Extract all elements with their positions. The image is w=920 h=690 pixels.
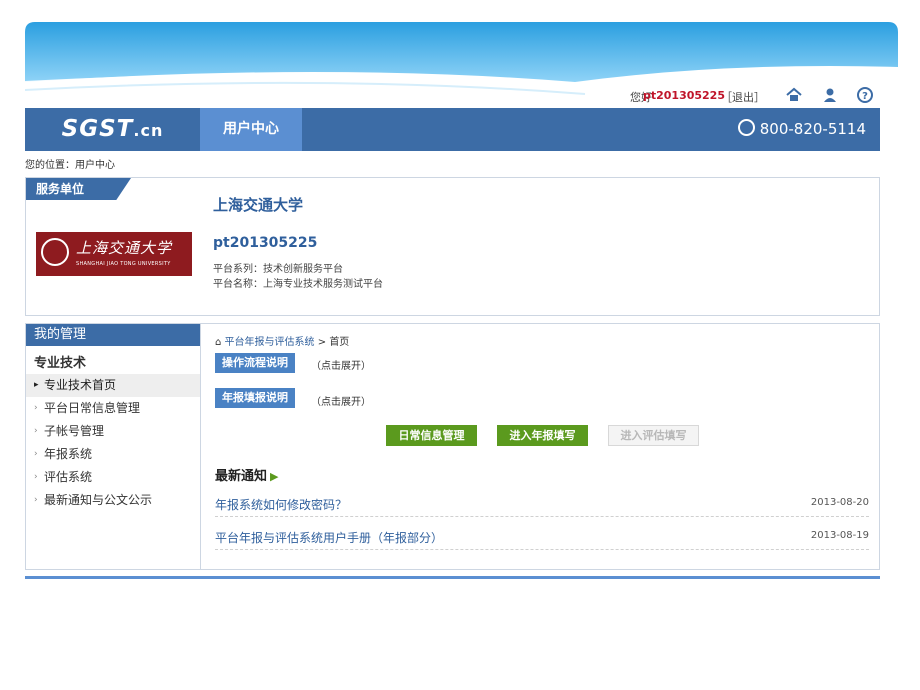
breadcrumb-link[interactable]: 平台年报与评估系统 xyxy=(225,337,315,348)
annual-guide-button[interactable]: 年报填报说明 xyxy=(215,388,295,408)
sidebar-item-evaluation[interactable]: › 评估系统 xyxy=(26,466,200,489)
news-heading: 最新通知 ▶ xyxy=(215,469,279,484)
triangle-right-icon: ▶ xyxy=(270,470,279,483)
hotline: 800-820-5114 xyxy=(737,108,866,151)
sidebar-item-daily-info[interactable]: › 平台日常信息管理 xyxy=(26,397,200,420)
chevron-right-icon: › xyxy=(34,495,38,505)
tab-user-center[interactable]: 用户中心 xyxy=(200,108,302,151)
home-icon[interactable]: ⌂ xyxy=(215,337,221,348)
news-item[interactable]: 平台年报与评估系统用户手册（年报部分） 2013-08-19 xyxy=(215,527,869,550)
breadcrumb-current: 首页 xyxy=(329,337,350,348)
university-logo: 上海交通大学 SHANGHAI JIAO TONG UNIVERSITY xyxy=(36,232,192,276)
expand-hint[interactable]: （点击展开） xyxy=(311,393,371,408)
user-icon[interactable] xyxy=(821,86,839,104)
university-emblem-icon xyxy=(41,238,69,266)
breadcrumb: 您的位置：用户中心 xyxy=(25,160,115,171)
service-unit-panel: 服务单位 上海交通大学 上海交通大学 SHANGHAI JIAO TONG UN… xyxy=(25,177,880,316)
help-icon[interactable]: ? xyxy=(856,86,874,104)
clock-icon xyxy=(737,119,755,136)
sidebar-item-notices[interactable]: › 最新通知与公文公示 xyxy=(26,489,200,512)
chevron-right-icon: › xyxy=(34,472,38,482)
slide: 您好 pt201305225 ［退出］ ? SGST.cn 用户中心 800-8… xyxy=(25,22,898,582)
sidebar-item-home[interactable]: ▸ 专业技术首页 xyxy=(26,374,200,397)
sidebar: 我的管理 专业技术 ▸ 专业技术首页 › 平台日常信息管理 › 子帐号管理 › 年报系统… xyxy=(26,324,201,569)
sidebar-header: 我的管理 xyxy=(26,324,200,346)
svg-text:?: ? xyxy=(862,91,868,102)
daily-info-button[interactable]: 日常信息管理 xyxy=(386,425,477,446)
chevron-right-icon: › xyxy=(34,449,38,459)
site-logo[interactable]: SGST.cn xyxy=(25,108,200,151)
sidebar-section: 专业技术 xyxy=(34,356,87,371)
service-unit-tag: 服务单位 xyxy=(26,178,131,200)
username-link[interactable]: pt201305225 xyxy=(643,89,725,102)
expand-hint[interactable]: （点击展开） xyxy=(311,357,371,372)
sidebar-item-annual-report[interactable]: › 年报系统 xyxy=(26,443,200,466)
enter-evaluation-button: 进入评估填写 xyxy=(608,425,699,446)
sidebar-item-sub-accounts[interactable]: › 子帐号管理 xyxy=(26,420,200,443)
caret-right-icon: ▸ xyxy=(34,380,39,390)
enter-annual-report-button[interactable]: 进入年报填写 xyxy=(497,425,588,446)
process-guide-button[interactable]: 操作流程说明 xyxy=(215,353,295,373)
logout-link[interactable]: ［退出］ xyxy=(721,89,765,105)
chevron-right-icon: › xyxy=(34,426,38,436)
footer-divider xyxy=(25,576,880,579)
top-bar: 您好 pt201305225 ［退出］ ? xyxy=(25,84,880,108)
main-header: SGST.cn 用户中心 800-820-5114 xyxy=(25,108,880,151)
user-id: pt201305225 xyxy=(213,235,318,251)
news-item[interactable]: 年报系统如何修改密码？ 2013-08-20 xyxy=(215,494,869,517)
chevron-right-icon: › xyxy=(34,403,38,413)
management-panel: 我的管理 专业技术 ▸ 专业技术首页 › 平台日常信息管理 › 子帐号管理 › 年报系统… xyxy=(25,323,880,570)
platform-series: 平台系列：技术创新服务平台 xyxy=(213,264,343,275)
home-icon[interactable] xyxy=(785,86,803,104)
platform-name: 平台名称：上海专业技术服务测试平台 xyxy=(213,279,383,290)
content-breadcrumb: ⌂ 平台年报与评估系统 > 首页 xyxy=(215,337,350,348)
org-name: 上海交通大学 xyxy=(213,196,304,214)
main-content: ⌂ 平台年报与评估系统 > 首页 操作流程说明 （点击展开） 年报填报说明 （点… xyxy=(213,324,873,569)
